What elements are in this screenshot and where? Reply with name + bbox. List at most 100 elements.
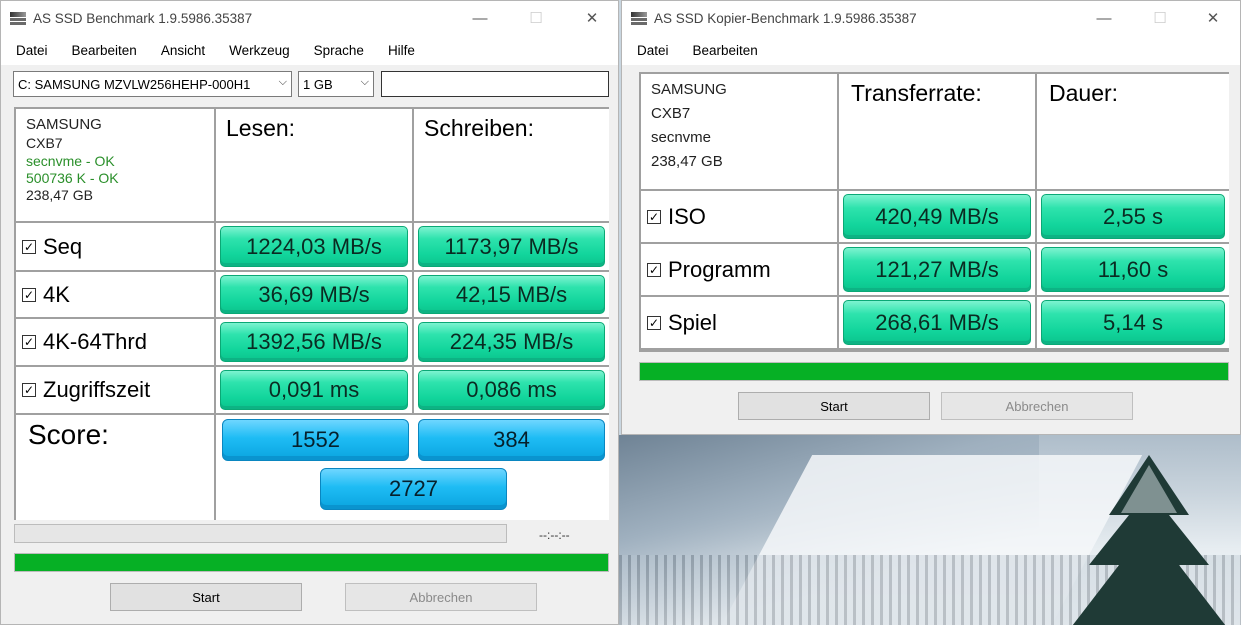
drive-capacity: 238,47 GB bbox=[26, 187, 93, 203]
row-label: 4K-64Thrd bbox=[43, 329, 147, 354]
title-bar[interactable]: AS SSD Kopier-Benchmark 1.9.5986.35387 —… bbox=[622, 1, 1240, 35]
write-header: Schreiben: bbox=[414, 109, 609, 221]
maximize-button[interactable]: ☐ bbox=[513, 1, 559, 35]
row-label: Seq bbox=[43, 233, 83, 259]
row-label: Programm bbox=[668, 256, 771, 282]
close-button[interactable]: ✕ bbox=[1190, 1, 1236, 35]
status-input[interactable] bbox=[381, 71, 609, 97]
game-duration-result: 5,14 s bbox=[1041, 300, 1225, 345]
menu-ansicht[interactable]: Ansicht bbox=[149, 43, 217, 58]
drive-vendor: SAMSUNG bbox=[651, 81, 727, 98]
4k-write-cell: 42,15 MB/s bbox=[414, 272, 609, 317]
close-button[interactable]: ✕ bbox=[569, 1, 615, 35]
row-iso-label[interactable]: ISO bbox=[641, 191, 837, 242]
benchmark-window: AS SSD Benchmark 1.9.5986.35387 — ☐ ✕ Da… bbox=[0, 0, 619, 625]
game-rate-result: 268,61 MB/s bbox=[843, 300, 1031, 345]
results-grid: SAMSUNG CXB7 secnvme - OK 500736 K - OK … bbox=[14, 107, 609, 520]
rate-header: Transferrate: bbox=[839, 74, 1035, 189]
menu-bearbeiten[interactable]: Bearbeiten bbox=[681, 43, 770, 58]
row-access-label[interactable]: Zugriffszeit bbox=[16, 367, 214, 413]
driver-name: secnvme bbox=[651, 129, 712, 146]
seq-read-cell: 1224,03 MB/s bbox=[216, 223, 412, 270]
window-title: AS SSD Kopier-Benchmark 1.9.5986.35387 bbox=[654, 10, 917, 26]
menu-hilfe[interactable]: Hilfe bbox=[376, 43, 427, 58]
menu-bearbeiten[interactable]: Bearbeiten bbox=[60, 43, 149, 58]
row-4k-label[interactable]: 4K bbox=[16, 272, 214, 317]
drive-info: SAMSUNG CXB7 secnvme 238,47 GB bbox=[641, 74, 837, 189]
abort-button[interactable]: Abbrechen bbox=[941, 392, 1133, 420]
window-title: AS SSD Benchmark 1.9.5986.35387 bbox=[33, 10, 253, 26]
score-total: 2727 bbox=[320, 468, 507, 510]
copy-benchmark-window: AS SSD Kopier-Benchmark 1.9.5986.35387 —… bbox=[621, 0, 1241, 435]
program-rate-cell: 121,27 MB/s bbox=[839, 244, 1035, 295]
minimize-button[interactable]: — bbox=[1081, 1, 1127, 35]
seq-write-cell: 1173,97 MB/s bbox=[414, 223, 609, 270]
abort-button[interactable]: Abbrechen bbox=[345, 583, 537, 611]
checkbox-checked-icon[interactable] bbox=[22, 287, 36, 302]
drive-select[interactable]: C: SAMSUNG MZVLW256HEHP-000H1 ⌵ bbox=[13, 71, 292, 97]
drive-info: SAMSUNG CXB7 secnvme - OK 500736 K - OK … bbox=[16, 109, 214, 221]
size-select[interactable]: 1 GB ⌵ bbox=[298, 71, 374, 97]
score-area: 1552 384 2727 bbox=[216, 415, 609, 520]
4k-read-result: 36,69 MB/s bbox=[220, 275, 408, 314]
checkbox-checked-icon[interactable] bbox=[22, 383, 36, 397]
iso-rate-cell: 420,49 MB/s bbox=[839, 191, 1035, 242]
main-progress-bar bbox=[14, 553, 609, 572]
driver-status: secnvme - OK bbox=[26, 153, 115, 169]
4k-write-result: 42,15 MB/s bbox=[418, 275, 605, 314]
4k64-read-cell: 1392,56 MB/s bbox=[216, 319, 412, 365]
start-button[interactable]: Start bbox=[110, 583, 302, 611]
minimize-button[interactable]: — bbox=[457, 1, 503, 35]
drive-firmware: CXB7 bbox=[26, 135, 63, 151]
checkbox-checked-icon[interactable] bbox=[647, 209, 661, 224]
score-label: Score: bbox=[16, 415, 214, 520]
game-duration-cell: 5,14 s bbox=[1037, 297, 1229, 348]
row-seq-label[interactable]: Seq bbox=[16, 223, 214, 270]
seq-write-result: 1173,97 MB/s bbox=[418, 226, 605, 267]
score-write: 384 bbox=[418, 419, 605, 461]
checkbox-checked-icon[interactable] bbox=[22, 335, 36, 349]
program-duration-cell: 11,60 s bbox=[1037, 244, 1229, 295]
menu-bar: Datei Bearbeiten bbox=[622, 35, 1240, 65]
app-icon bbox=[10, 11, 26, 25]
score-read: 1552 bbox=[222, 419, 409, 461]
title-bar[interactable]: AS SSD Benchmark 1.9.5986.35387 — ☐ ✕ bbox=[1, 1, 618, 35]
game-rate-cell: 268,61 MB/s bbox=[839, 297, 1035, 348]
row-program-label[interactable]: Programm bbox=[641, 244, 837, 295]
alignment-status: 500736 K - OK bbox=[26, 170, 119, 186]
menu-sprache[interactable]: Sprache bbox=[302, 43, 376, 58]
copy-results-grid: SAMSUNG CXB7 secnvme 238,47 GB Transferr… bbox=[639, 72, 1229, 352]
menu-bar: Datei Bearbeiten Ansicht Werkzeug Sprach… bbox=[1, 35, 618, 65]
drive-vendor: SAMSUNG bbox=[26, 116, 102, 133]
checkbox-checked-icon[interactable] bbox=[647, 315, 661, 330]
checkbox-checked-icon[interactable] bbox=[22, 239, 36, 254]
dropdown-arrow-icon: ⌵ bbox=[278, 76, 287, 88]
menu-werkzeug[interactable]: Werkzeug bbox=[217, 43, 302, 58]
iso-duration-cell: 2,55 s bbox=[1037, 191, 1229, 242]
checkbox-checked-icon[interactable] bbox=[647, 262, 661, 277]
iso-rate-result: 420,49 MB/s bbox=[843, 194, 1031, 239]
access-read-result: 0,091 ms bbox=[220, 370, 408, 410]
access-read-cell: 0,091 ms bbox=[216, 367, 412, 413]
row-game-label[interactable]: Spiel bbox=[641, 297, 837, 348]
main-progress-bar bbox=[639, 362, 1229, 381]
4k-read-cell: 36,69 MB/s bbox=[216, 272, 412, 317]
pine-tree-icon bbox=[1072, 455, 1226, 625]
app-icon bbox=[631, 11, 647, 25]
menu-datei[interactable]: Datei bbox=[625, 43, 681, 58]
program-duration-result: 11,60 s bbox=[1041, 247, 1225, 292]
4k64-read-result: 1392,56 MB/s bbox=[220, 322, 408, 362]
start-button[interactable]: Start bbox=[738, 392, 930, 420]
row-4k64-label[interactable]: 4K-64Thrd bbox=[16, 319, 214, 365]
4k64-write-result: 224,35 MB/s bbox=[418, 322, 605, 362]
main-progress-fill bbox=[640, 363, 1228, 380]
row-label: Zugriffszeit bbox=[43, 377, 151, 402]
duration-header: Dauer: bbox=[1037, 74, 1229, 189]
menu-datei[interactable]: Datei bbox=[4, 43, 60, 58]
row-label: Spiel bbox=[668, 309, 717, 335]
maximize-button[interactable]: ☐ bbox=[1137, 1, 1183, 35]
dropdown-arrow-icon: ⌵ bbox=[360, 76, 369, 88]
time-display: --:--:-- bbox=[539, 528, 570, 542]
row-label: 4K bbox=[43, 281, 70, 307]
main-progress-fill bbox=[15, 554, 608, 571]
